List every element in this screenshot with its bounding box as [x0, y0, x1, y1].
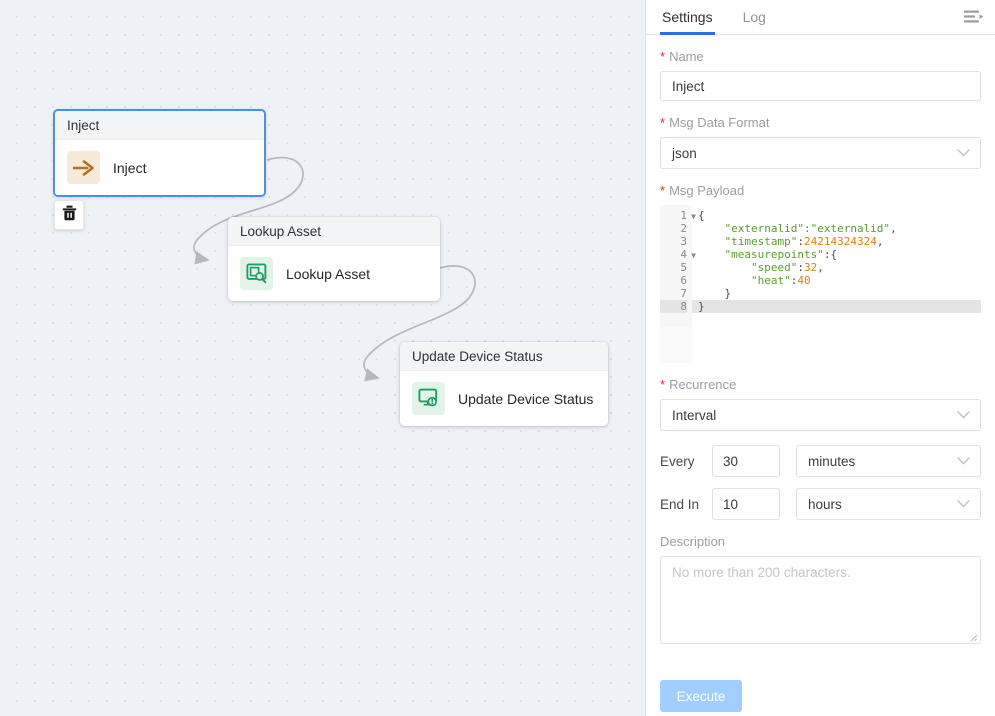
label-msg-payload: *Msg Payload — [660, 183, 981, 198]
arrow-right-icon — [67, 151, 100, 184]
label-description: Description — [660, 534, 981, 549]
description-placeholder: No more than 200 characters. — [672, 565, 851, 580]
msg-data-format-select[interactable]: json — [660, 137, 981, 169]
chevron-down-icon — [957, 497, 970, 512]
field-every: Every 30 minutes — [660, 445, 981, 477]
flow-canvas[interactable]: Inject Inject — [0, 0, 645, 716]
field-name: *Name Inject — [660, 49, 981, 101]
editor-code-line: } — [698, 287, 981, 300]
editor-line-number: 3 — [660, 235, 687, 248]
label-recurrence: *Recurrence — [660, 377, 981, 392]
flow-node-update-device-status[interactable]: Update Device Status Update Device Statu… — [400, 342, 608, 426]
editor-code-line: { — [698, 209, 981, 222]
editor-code-line: } — [692, 300, 981, 313]
every-unit-select[interactable]: minutes — [796, 445, 981, 477]
field-msg-data-format: *Msg Data Format json — [660, 115, 981, 169]
settings-panel: Settings Log *Name Inj — [645, 0, 995, 716]
asset-search-icon — [240, 257, 273, 290]
flow-node-body: Update Device Status — [400, 371, 608, 426]
field-msg-payload: *Msg Payload 1▼234▼5678 { "externalid":"… — [660, 183, 981, 363]
flow-node-label: Lookup Asset — [286, 266, 370, 282]
editor-line-number: 2 — [660, 222, 687, 235]
editor-line-numbers: 1▼234▼5678 — [660, 205, 692, 327]
panel-tabbar: Settings Log — [646, 0, 995, 35]
fold-toggle-icon[interactable]: ▼ — [691, 210, 696, 223]
required-marker: * — [660, 49, 665, 64]
msg-payload-editor[interactable]: 1▼234▼5678 { "externalid":"externalid", … — [660, 205, 981, 327]
label-every: Every — [660, 454, 712, 469]
editor-gutter-filler — [660, 327, 692, 363]
flow-node-header: Lookup Asset — [228, 217, 440, 246]
field-end-in: End In 10 hours — [660, 488, 981, 520]
editor-code-line: "externalid":"externalid", — [698, 222, 981, 235]
flow-node-lookup-asset[interactable]: Lookup Asset Lookup Asset — [228, 217, 440, 301]
app-root: Inject Inject — [0, 0, 995, 716]
label-end-in: End In — [660, 497, 712, 512]
required-marker: * — [660, 183, 665, 198]
required-marker: * — [660, 115, 665, 130]
end-in-value-input[interactable]: 10 — [712, 488, 780, 520]
name-input[interactable]: Inject — [660, 71, 981, 101]
delete-node-button[interactable] — [54, 200, 84, 230]
editor-line-number: 7 — [660, 287, 687, 300]
fold-toggle-icon[interactable]: ▼ — [691, 249, 696, 262]
editor-line-number: 4▼ — [660, 248, 687, 261]
label-name: *Name — [660, 49, 981, 64]
device-status-icon — [412, 382, 445, 415]
editor-line-number: 5 — [660, 261, 687, 274]
flow-node-label: Update Device Status — [458, 391, 593, 407]
editor-line-number: 1▼ — [660, 209, 687, 222]
settings-form: *Name Inject *Msg Data Format json — [646, 35, 995, 712]
field-recurrence: *Recurrence Interval — [660, 377, 981, 431]
tab-settings[interactable]: Settings — [660, 9, 715, 34]
editor-code-line: "heat":40 — [698, 274, 981, 287]
chevron-down-icon — [957, 146, 970, 161]
flow-node-body: Lookup Asset — [228, 246, 440, 301]
required-marker: * — [660, 377, 665, 392]
editor-code-area[interactable]: { "externalid":"externalid", "timestamp"… — [692, 205, 981, 327]
tab-log[interactable]: Log — [741, 9, 768, 34]
flow-node-label: Inject — [113, 160, 146, 176]
label-msg-data-format: *Msg Data Format — [660, 115, 981, 130]
flow-node-body: Inject — [55, 140, 264, 195]
recurrence-select[interactable]: Interval — [660, 399, 981, 431]
flow-node-header: Inject — [55, 111, 264, 140]
resize-grip-icon[interactable] — [966, 630, 978, 642]
chevron-down-icon — [957, 408, 970, 423]
field-description: Description No more than 200 characters. — [660, 534, 981, 644]
every-value-input[interactable]: 30 — [712, 445, 780, 477]
chevron-down-icon — [957, 454, 970, 469]
flow-node-inject[interactable]: Inject Inject — [53, 109, 266, 197]
editor-code-line: "measurepoints":{ — [698, 248, 981, 261]
editor-line-number: 6 — [660, 274, 687, 287]
editor-code-line: "timestamp":24214324324, — [698, 235, 981, 248]
panel-collapse-icon[interactable] — [963, 7, 985, 27]
execute-button[interactable]: Execute — [660, 680, 742, 712]
trash-icon — [62, 205, 77, 226]
flow-node-header: Update Device Status — [400, 342, 608, 371]
description-textarea[interactable]: No more than 200 characters. — [660, 556, 981, 644]
end-in-unit-select[interactable]: hours — [796, 488, 981, 520]
editor-code-line: "speed":32, — [698, 261, 981, 274]
editor-line-number: 8 — [660, 300, 687, 313]
